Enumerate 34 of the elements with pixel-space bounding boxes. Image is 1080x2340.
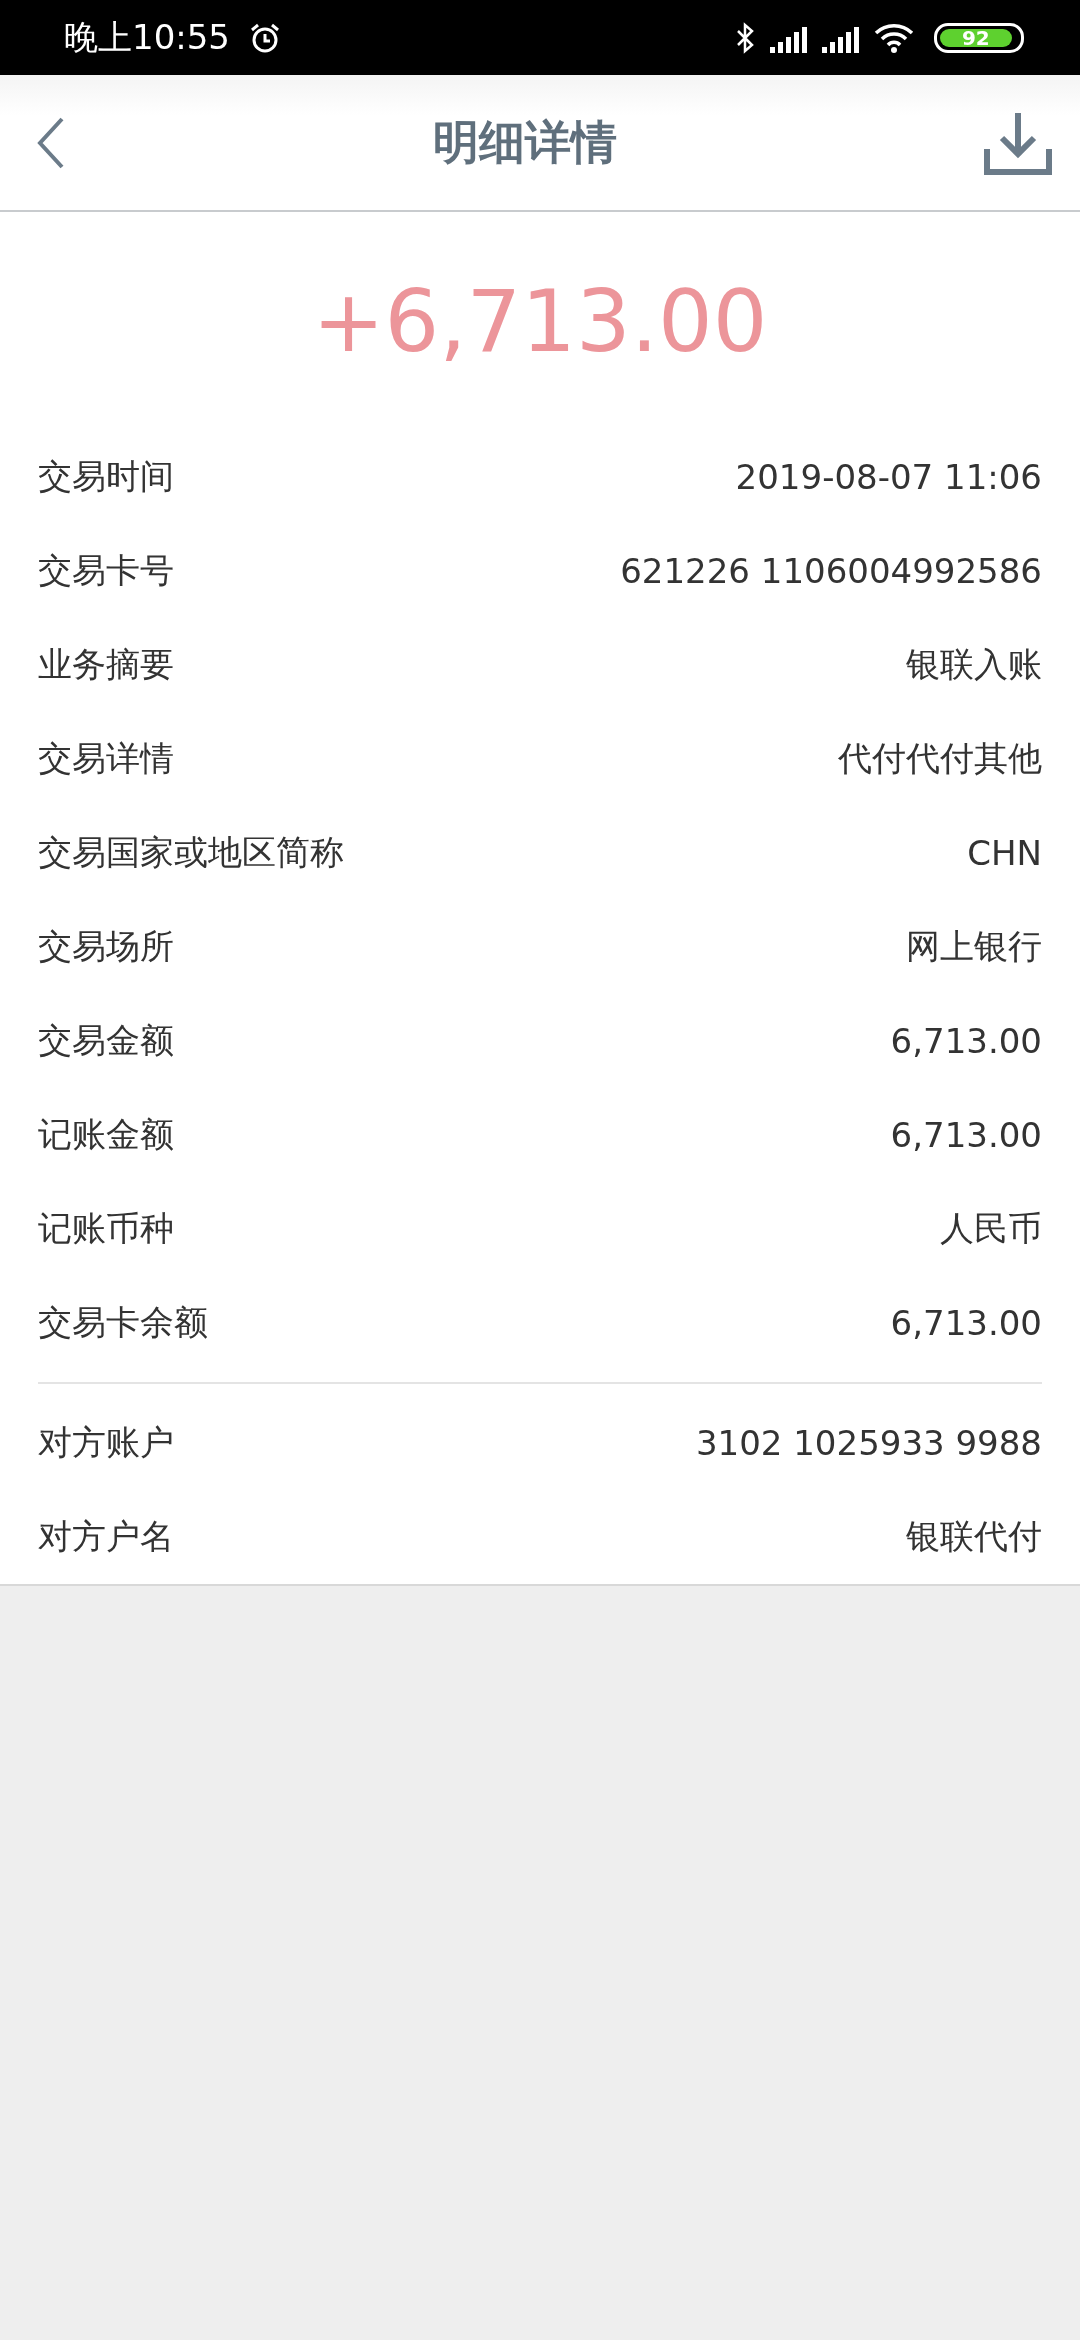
detail-label: 对方户名: [38, 1515, 174, 1559]
download-button[interactable]: [984, 110, 1052, 175]
detail-value: 2019-08-07 11:06: [735, 457, 1042, 497]
detail-value: 621226 1106004992586: [620, 551, 1042, 591]
status-time: 晚上10:55: [64, 15, 230, 59]
wifi-icon: [874, 21, 914, 54]
detail-value: 6,713.00: [890, 1115, 1042, 1155]
detail-value: 6,713.00: [890, 1021, 1042, 1061]
detail-label: 交易金额: [38, 1019, 174, 1063]
detail-label: 交易卡号: [38, 549, 174, 593]
download-icon: [984, 110, 1052, 175]
detail-label: 交易时间: [38, 455, 174, 499]
detail-label: 记账币种: [38, 1207, 174, 1251]
detail-value: CHN: [967, 833, 1042, 873]
battery-indicator: 92: [934, 22, 1024, 53]
detail-value: 银联入账: [906, 643, 1042, 686]
page-title: 明细详情: [433, 113, 617, 171]
detail-label: 记账金额: [38, 1113, 174, 1157]
detail-label: 交易卡余额: [38, 1301, 208, 1345]
detail-value: 3102 1025933 9988: [695, 1423, 1042, 1463]
detail-label: 业务摘要: [38, 643, 174, 687]
transaction-amount: +6,713.00: [311, 270, 769, 373]
detail-label: 交易场所: [38, 925, 174, 969]
detail-value: 网上银行: [906, 925, 1042, 968]
bluetooth-icon: [734, 20, 756, 55]
detail-value: 代付代付其他: [838, 737, 1042, 780]
detail-value: 6,713.00: [890, 1303, 1042, 1343]
detail-label: 交易国家或地区简称: [38, 831, 344, 875]
detail-value: 人民币: [940, 1207, 1042, 1250]
back-button[interactable]: [36, 116, 66, 169]
detail-label: 交易详情: [38, 737, 174, 781]
detail-value: 银联代付: [906, 1515, 1042, 1558]
back-icon: [36, 116, 66, 169]
detail-label: 对方账户: [38, 1421, 174, 1465]
